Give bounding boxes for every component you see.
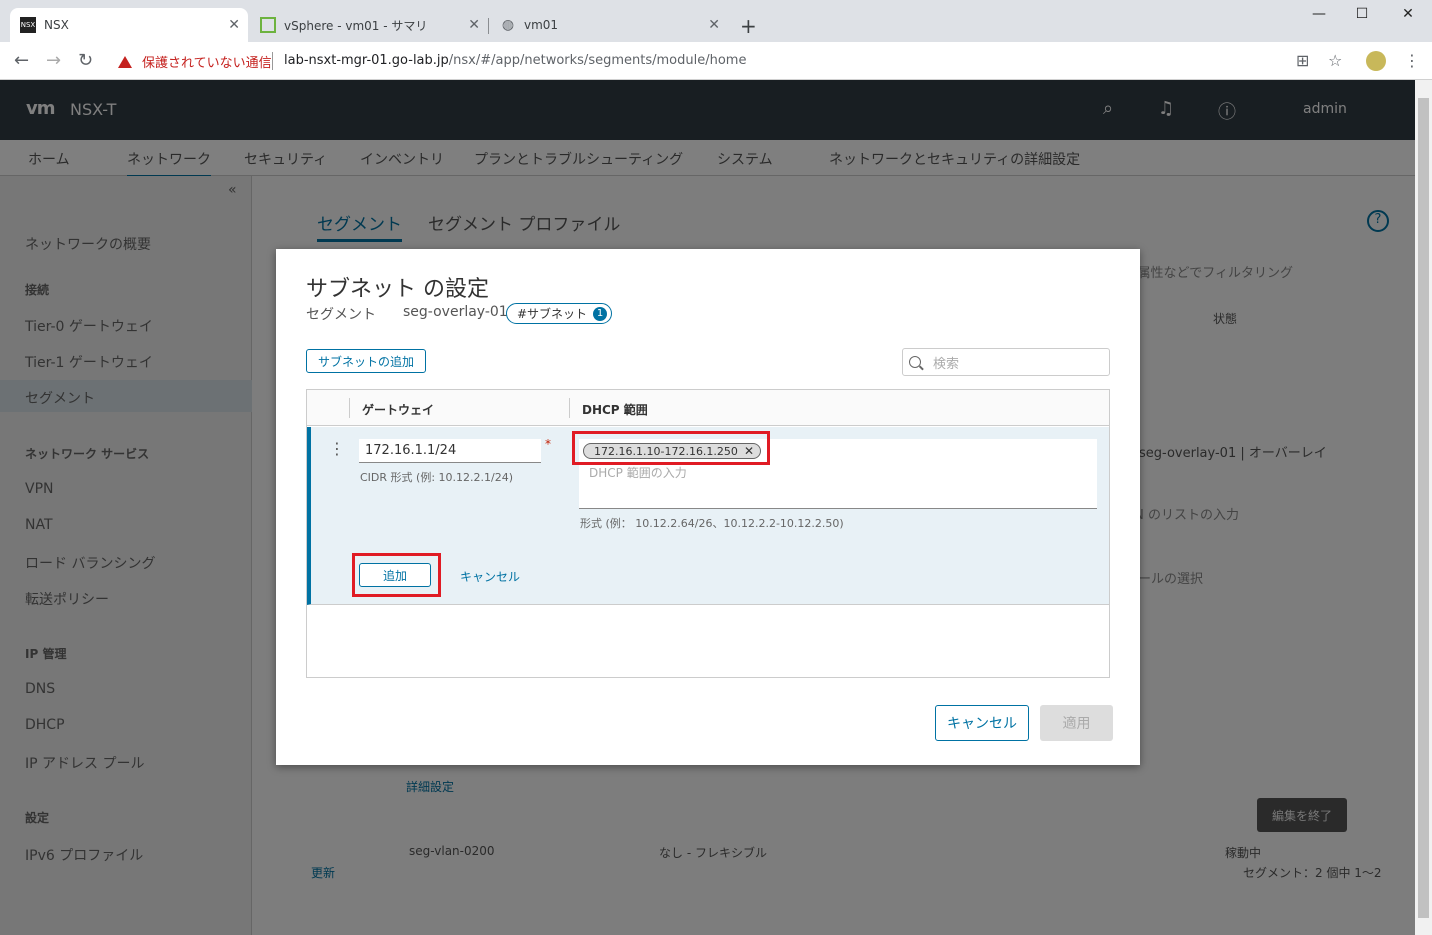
scrollbar-thumb[interactable] [1418,98,1429,918]
browser-menu-icon[interactable]: ⋮ [1404,51,1420,70]
url-host: lab-nsxt-mgr-01.go-lab.jp [284,53,449,68]
url-path: /nsx/#/app/networks/segments/module/home [448,53,747,68]
close-tab-icon[interactable]: ✕ [228,17,240,33]
reload-icon[interactable]: ↻ [78,50,93,71]
url-field[interactable]: lab-nsxt-mgr-01.go-lab.jp/nsx/#/app/netw… [284,53,746,68]
browser-tab-vsphere[interactable]: vSphere - vm01 - サマリ ✕ [250,8,488,42]
search-input[interactable]: 検索 [902,348,1110,376]
cancel-row-link[interactable]: キャンセル [460,568,520,585]
gateway-input[interactable]: 172.16.1.1/24 [359,439,541,463]
bookmark-star-icon[interactable]: ☆ [1328,51,1342,70]
tab-title: vSphere - vm01 - サマリ [284,18,428,33]
translate-icon[interactable]: ⊞ [1296,51,1309,70]
grid-header: ゲートウェイ DHCP 範囲 [307,390,1109,426]
subnet-count: 1 [593,306,608,321]
column-divider [569,398,570,418]
add-subnet-button[interactable]: サブネットの追加 [306,349,427,373]
search-placeholder: 検索 [933,356,960,372]
subnet-pill-label: #サブネット [517,307,588,321]
maximize-icon[interactable]: ☐ [1342,6,1382,22]
tab-title: vm01 [524,18,559,32]
column-gateway: ゲートウェイ [362,403,435,417]
address-divider [272,52,273,70]
security-warning-text: 保護されていない通信 [142,56,272,71]
dialog-title: サブネット の設定 [306,277,489,302]
tab-divider [488,18,489,34]
warning-icon [118,55,132,68]
cancel-button[interactable]: キャンセル [935,705,1029,741]
apply-button[interactable]: 適用 [1040,705,1113,741]
dhcp-help-text: 形式 (例： 10.12.2.64/26、10.12.2.2-10.12.2.5… [580,517,844,530]
close-tab-icon[interactable]: ✕ [468,17,480,33]
dhcp-range-placeholder: DHCP 範囲の入力 [589,466,687,480]
gateway-help-text: CIDR 形式 (例: 10.12.2.1/24) [360,471,514,484]
highlight-box-add [352,553,441,597]
minimize-icon[interactable]: — [1299,6,1339,22]
search-icon [909,356,921,368]
row-actions-icon[interactable]: ⋮ [329,439,345,458]
profile-avatar[interactable] [1366,51,1386,71]
required-marker: * [545,437,551,451]
nsx-favicon: NSX [20,17,36,33]
address-bar: ← → ↻ 保護されていない通信 lab-nsxt-mgr-01.go-lab.… [0,42,1432,80]
segment-label: セグメント [306,307,376,323]
column-divider [349,398,350,418]
security-warning[interactable]: 保護されていない通信 [118,52,272,71]
close-tab-icon[interactable]: ✕ [708,17,720,33]
vsphere-favicon [260,17,276,33]
close-window-icon[interactable]: ✕ [1388,6,1428,22]
back-icon[interactable]: ← [14,50,29,71]
browser-tab-vm01[interactable]: ◍ vm01 ✕ [490,8,728,42]
column-dhcp-range: DHCP 範囲 [582,403,648,417]
subnet-count-badge: #サブネット 1 [506,303,613,324]
tab-title: NSX [44,18,69,32]
browser-tab-nsx[interactable]: NSX NSX ✕ [10,8,248,42]
browser-tabbar: NSX NSX ✕ vSphere - vm01 - サマリ ✕ ◍ vm01 … [0,0,1432,42]
highlight-box-dhcp [572,431,770,465]
page-scrollbar[interactable] [1415,80,1432,935]
segment-name: seg-overlay-01 [403,304,508,320]
subnet-settings-dialog: サブネット の設定 セグメント seg-overlay-01 #サブネット 1 … [276,249,1140,765]
new-tab-icon[interactable]: + [740,14,757,38]
forward-icon[interactable]: → [46,50,61,71]
globe-icon: ◍ [501,17,515,33]
